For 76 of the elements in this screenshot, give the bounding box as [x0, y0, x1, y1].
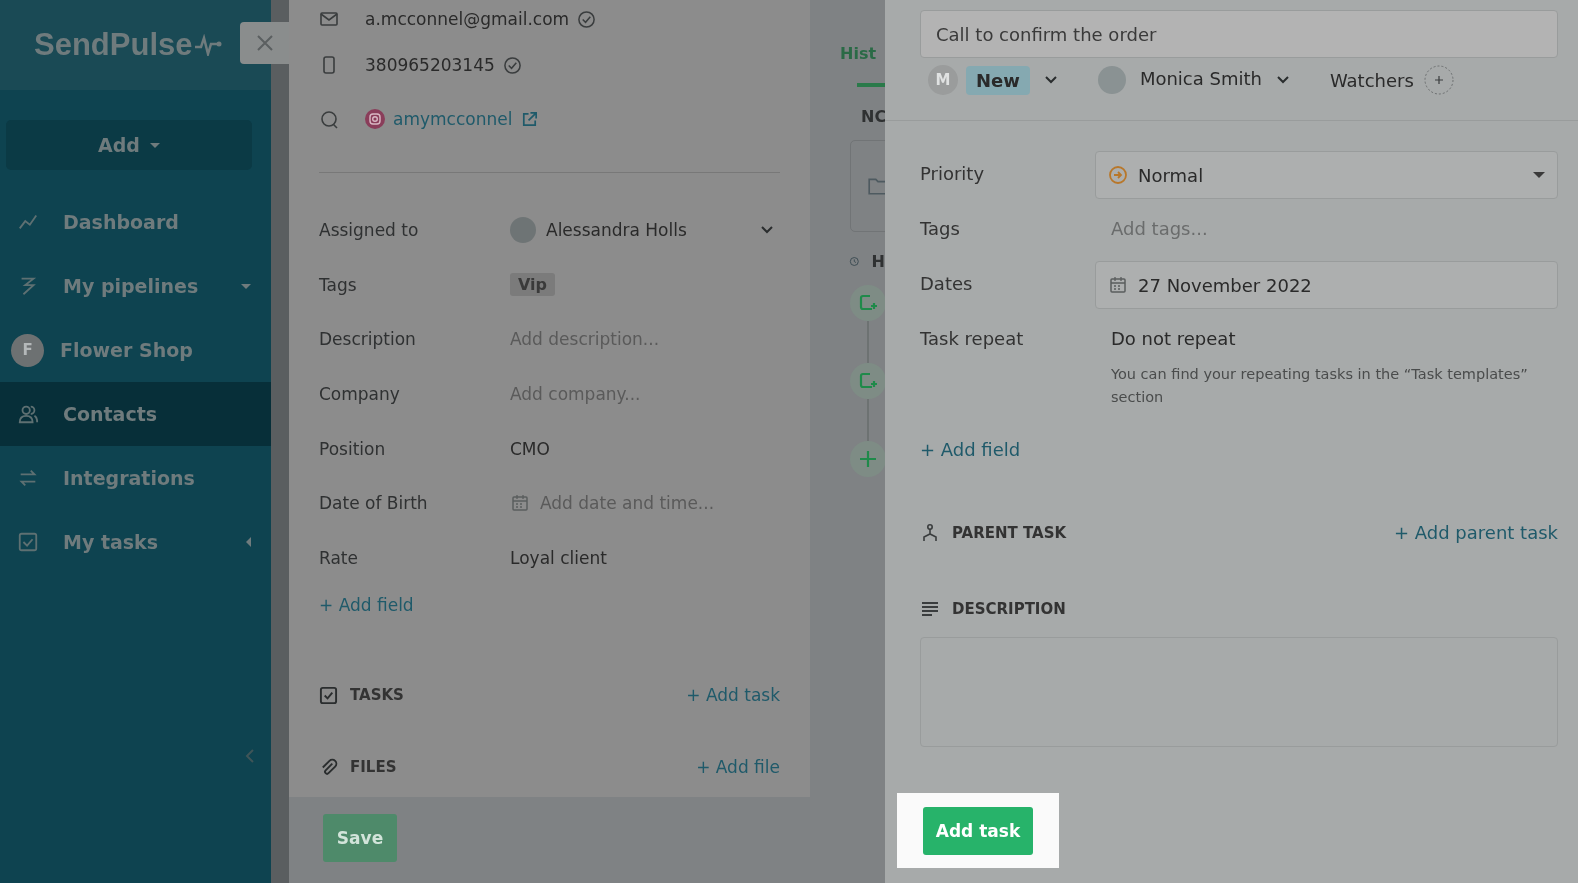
- history-heading: H: [871, 252, 885, 271]
- nav-item[interactable]: F Flower Shop: [0, 318, 271, 382]
- add-field-link[interactable]: + Add field: [920, 439, 1558, 461]
- project-avatar: F: [11, 333, 44, 367]
- chevron-down-icon[interactable]: [760, 225, 774, 236]
- add-parent-task-link[interactable]: + Add parent task: [1394, 522, 1558, 544]
- field-label: Tags: [319, 274, 358, 295]
- repeat-value[interactable]: Do not repeat: [1095, 316, 1558, 349]
- task-title-field[interactable]: Call to confirm the order: [920, 10, 1558, 58]
- user-avatar: [510, 217, 536, 244]
- assignee-name[interactable]: Monica Smith: [1139, 67, 1262, 89]
- field-label: Position: [319, 438, 387, 459]
- nav-item[interactable]: My pipelines: [0, 254, 271, 318]
- chat-search-icon: [319, 109, 339, 129]
- field-label: Dates: [920, 272, 974, 296]
- section-title: TASKS: [350, 686, 404, 705]
- tag[interactable]: Vip: [510, 273, 556, 297]
- hint-text: You can find your repeating tasks in the “Task templates” section: [1111, 365, 1529, 408]
- chevron-down-icon[interactable]: [1275, 75, 1290, 85]
- section-title: FILES: [350, 758, 397, 777]
- add-button[interactable]: Add: [6, 120, 252, 170]
- hierarchy-icon: [920, 522, 940, 543]
- priority-icon: [1108, 165, 1128, 185]
- field-label: Tags: [920, 217, 961, 241]
- field-label: Company: [319, 384, 401, 405]
- date-field[interactable]: 27 November 2022: [1095, 261, 1558, 309]
- nav-item[interactable]: Contacts: [0, 382, 271, 446]
- section-title: DESCRIPTION: [952, 600, 1066, 619]
- chevron-down-icon[interactable]: [1043, 75, 1058, 85]
- watchers-label: Watchers: [1329, 69, 1414, 91]
- section-title: PARENT TASK: [952, 523, 1067, 542]
- add-watcher-icon[interactable]: [1423, 65, 1454, 95]
- field-value: CMO: [510, 438, 550, 459]
- field-label: Assigned to: [319, 220, 420, 241]
- external-link-icon[interactable]: [520, 109, 540, 129]
- notes-tab[interactable]: NC: [861, 107, 885, 126]
- mail-icon: [319, 9, 339, 29]
- verified-icon: [502, 55, 522, 75]
- add-field-link[interactable]: + Add field: [319, 595, 780, 616]
- plus-icon[interactable]: [850, 441, 885, 477]
- section-action-link[interactable]: + Add file: [696, 757, 780, 778]
- calendar-icon: [1108, 275, 1128, 295]
- field-label: Task repeat: [920, 327, 1025, 351]
- field-label: Date of Birth: [319, 493, 429, 514]
- nav-item[interactable]: Integrations: [0, 446, 271, 510]
- swap-icon: [17, 467, 39, 489]
- field-label: Rate: [319, 547, 359, 568]
- assignee-name[interactable]: Alessandra Holls: [546, 220, 687, 241]
- close-button[interactable]: [240, 22, 289, 64]
- field-value: Loyal client: [510, 547, 607, 568]
- field-label: Description: [319, 329, 417, 350]
- instagram-icon: [365, 109, 385, 129]
- calendar-icon: [510, 493, 530, 514]
- tags-placeholder[interactable]: Add tags...: [1095, 206, 1558, 251]
- dropdown-caret-icon: [1533, 172, 1545, 178]
- checkbox-icon: [17, 531, 39, 553]
- user-avatar: [1097, 66, 1126, 94]
- history-tab[interactable]: Hist: [840, 44, 885, 63]
- close-icon[interactable]: [254, 33, 275, 53]
- email-text: a.mcconnel@gmail.com: [365, 9, 570, 29]
- priority-dropdown[interactable]: Normal: [1095, 151, 1558, 199]
- nav-item[interactable]: My tasks: [0, 510, 271, 574]
- verified-icon: [577, 9, 597, 29]
- people-icon: [17, 403, 39, 425]
- field-label: Priority: [920, 162, 986, 186]
- nav-item[interactable]: Dashboard: [0, 190, 271, 254]
- add-task-button[interactable]: Add task: [923, 806, 1033, 855]
- logo: SendPulse: [34, 27, 222, 63]
- phone-text: 380965203145: [365, 55, 495, 75]
- section-action-link[interactable]: + Add task: [686, 685, 780, 706]
- paperclip-icon: [319, 757, 338, 777]
- status-badge[interactable]: New: [966, 65, 1030, 95]
- checkbox-icon: [319, 685, 338, 705]
- save-button[interactable]: Save: [323, 814, 397, 862]
- instagram-link[interactable]: amymcconnel: [393, 109, 513, 129]
- creator-avatar: M: [928, 65, 958, 95]
